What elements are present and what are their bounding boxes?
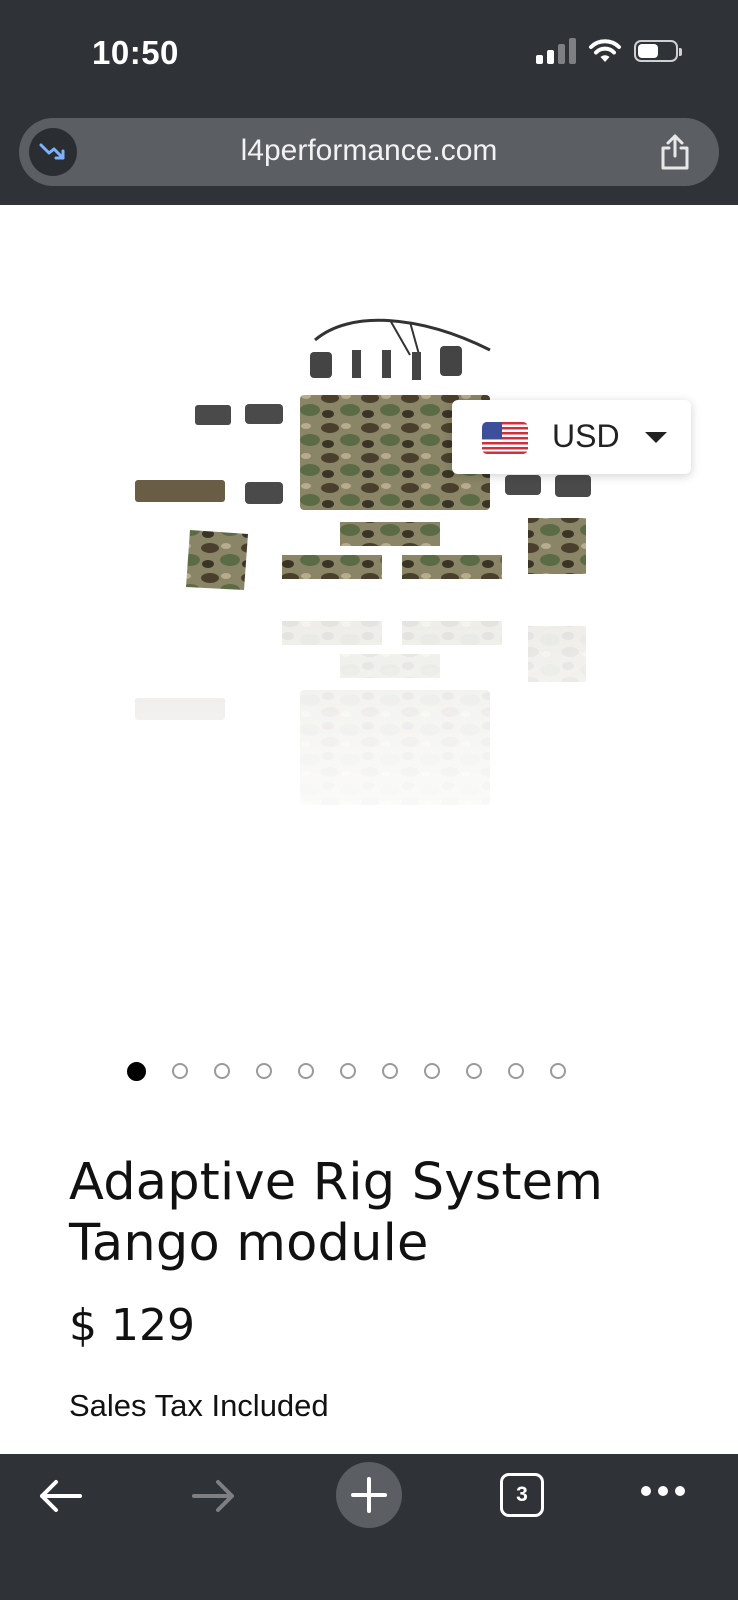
browser-toolbar: 3 [0, 1454, 738, 1600]
carousel-dot[interactable] [172, 1063, 188, 1079]
status-icons [536, 38, 682, 64]
carousel-dot[interactable] [214, 1063, 230, 1079]
more-icon[interactable] [640, 1484, 686, 1498]
tabs-icon[interactable]: 3 [500, 1473, 544, 1517]
wifi-icon [589, 39, 621, 62]
new-tab-icon [351, 1477, 387, 1513]
forward-icon[interactable] [190, 1476, 238, 1516]
carousel-dot[interactable] [508, 1063, 524, 1079]
carousel-dot[interactable] [382, 1063, 398, 1079]
us-flag-icon [482, 422, 528, 454]
product-price: $ 129 [69, 1300, 195, 1351]
battery-icon [634, 40, 682, 62]
carousel-dot[interactable] [466, 1063, 482, 1079]
carousel-dots [127, 1062, 566, 1081]
carousel-dot[interactable] [550, 1063, 566, 1079]
caret-down-icon [645, 432, 667, 443]
tax-note: Sales Tax Included [69, 1388, 329, 1423]
browser-top-chrome: 10:50 l4performance.com [0, 0, 738, 205]
carousel-dot[interactable] [127, 1062, 146, 1081]
signal-icon [536, 38, 576, 64]
new-tab-button[interactable] [336, 1462, 402, 1528]
carousel-dot[interactable] [424, 1063, 440, 1079]
share-icon[interactable] [655, 132, 695, 172]
carousel-dot[interactable] [298, 1063, 314, 1079]
address-bar[interactable]: l4performance.com [19, 118, 719, 186]
status-time: 10:50 [92, 34, 179, 71]
currency-selector[interactable]: USD [452, 400, 691, 474]
product-image[interactable] [120, 300, 620, 860]
carousel-dot[interactable] [340, 1063, 356, 1079]
carousel-dot[interactable] [256, 1063, 272, 1079]
back-icon[interactable] [36, 1476, 84, 1516]
product-title: Adaptive Rig System Tango module [69, 1153, 604, 1273]
currency-code: USD [552, 418, 620, 454]
url-text[interactable]: l4performance.com [19, 134, 719, 168]
